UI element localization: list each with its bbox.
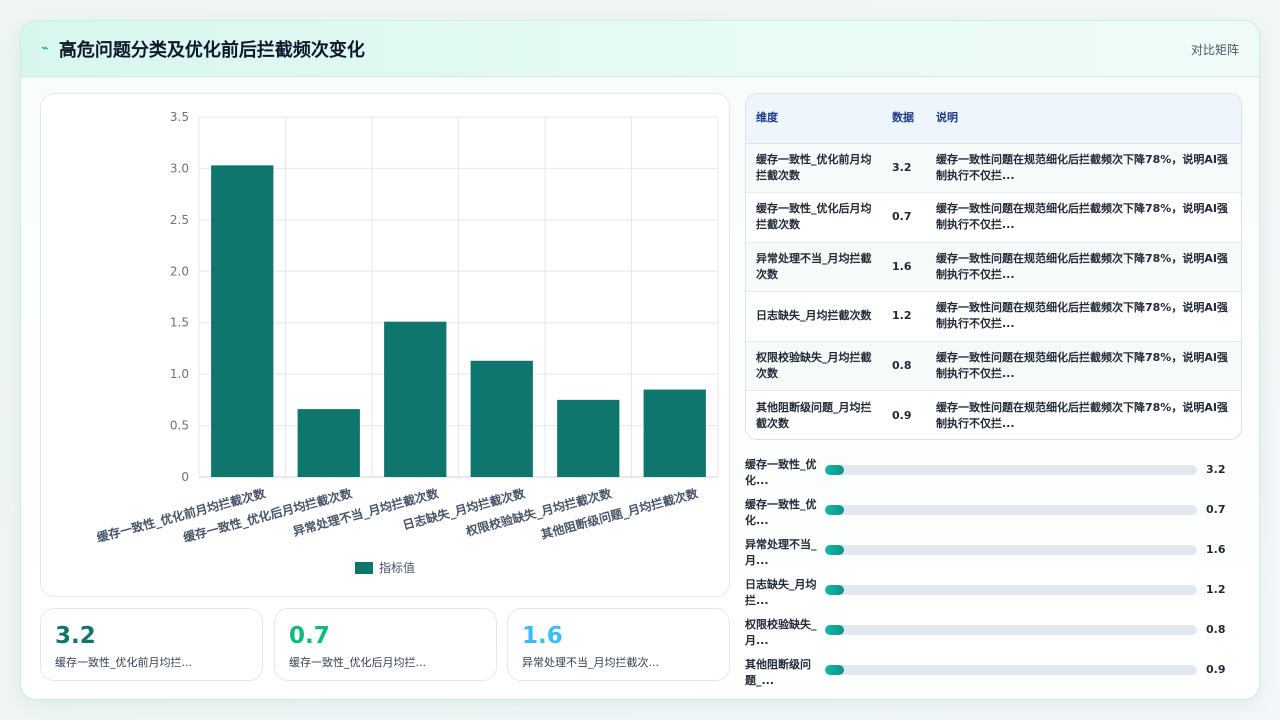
legend-swatch [355,562,373,574]
y-tick-label: 2.5 [170,213,189,227]
kpi-label-3: 异常处理不当_月均拦截次... [522,656,659,669]
table-row: 缓存一致性_优化前月均拦截次数 3.2 缓存一致性问题在规范细化后拦截频次下降7… [746,143,1241,193]
spark-icon: ⌁ [41,41,49,56]
progress-row: 缓存一致性_优化... 0.7 [745,493,1245,533]
progress-row: 日志缺失_月均拦... 1.2 [745,573,1245,613]
progress-label: 其他阻断级问题_... [745,658,811,687]
kpi-label-1: 缓存一致性_优化前月均拦... [55,656,192,669]
progress-track [825,625,1197,635]
cell-value: 0.8 [888,341,926,391]
progress-row: 权限校验缺失_月... 0.8 [745,613,1245,653]
y-tick-label: 2.0 [170,264,189,278]
progress-label: 日志缺失_月均拦... [745,578,817,607]
progress-value: 0.8 [1206,623,1226,636]
y-tick-label: 0.5 [170,419,189,433]
progress-value: 1.2 [1206,583,1226,596]
legend-label: 指标值 [379,560,415,575]
progress-value: 0.7 [1206,503,1226,516]
cell-dimension: 其他阻断级问题_月均拦截次数 [756,400,872,430]
kpi-card-3: 1.6 异常处理不当_月均拦截次... [507,608,730,681]
progress-row: 缓存一致性_优化... 3.2 [745,453,1245,493]
kpi-label-2: 缓存一致性_优化后月均拦... [289,656,426,669]
progress-track [825,545,1197,555]
progress-track [825,465,1197,475]
bar [643,389,706,477]
progress-track [825,665,1197,675]
header-value: 数据 [888,94,926,144]
card-header: ⌁ 高危问题分类及优化前后拦截频次变化 [21,21,1259,77]
table-row: 其他阻断级问题_月均拦截次数 0.9 缓存一致性问题在规范细化后拦截频次下降78… [746,391,1241,440]
progress-fill [825,665,844,675]
bar [470,360,533,477]
table-header-row: 维度 数据 说明 [746,94,1241,144]
cell-note: 缓存一致性问题在规范细化后拦截频次下降78%，说明AI强制执行不仅拦... [936,400,1228,430]
progress-value: 0.9 [1206,663,1226,676]
cell-note: 缓存一致性问题在规范细化后拦截频次下降78%，说明AI强制执行不仅拦... [926,341,1241,391]
progress-label: 异常处理不当_月... [745,538,817,567]
progress-fill [825,625,844,635]
progress-fill [825,545,844,555]
page-title: 高危问题分类及优化前后拦截频次变化 [58,39,365,61]
cell-dimension: 权限校验缺失_月均拦截次数 [746,341,888,391]
header-note: 说明 [926,94,1241,144]
progress-fill [825,585,844,595]
cell-note: 缓存一致性问题在规范细化后拦截频次下降78%，说明AI强制执行不仅拦... [926,143,1241,193]
y-tick-label: 1.5 [170,316,189,330]
kpi-card-2: 0.7 缓存一致性_优化后月均拦... [274,608,497,681]
progress-label: 缓存一致性_优化... [745,498,817,527]
progress-row: 其他阻断级问题_... 0.9 [745,653,1245,693]
progress-fill [825,505,844,515]
progress-track [825,585,1197,595]
progress-value: 1.6 [1206,543,1226,556]
kpi-value-3: 1.6 [522,623,563,649]
cell-dimension: 缓存一致性_优化后月均拦截次数 [746,192,888,243]
bar [557,399,620,477]
x-tick-label: 权限校验缺失_月均拦截次数 [463,485,614,540]
table-row: 权限校验缺失_月均拦截次数 0.8 缓存一致性问题在规范细化后拦截频次下降78%… [746,341,1241,391]
matrix-label: 对比矩阵 [1190,43,1239,57]
y-tick-label: 1.0 [170,367,189,381]
bar-chart-panel: 0 0.5 1.0 1.5 2.0 2.5 3.0 3.5 缓存一致性_优化前月均拦截次数 缓存一… [40,93,730,597]
progress-list: 缓存一致性_优化... 3.2 缓存一致性_优化... 0.7 异常处理不当_月... 1… [745,453,1245,693]
kpi-value-2: 0.7 [289,623,330,649]
progress-label: 权限校验缺失_月... [745,618,817,647]
cell-note: 缓存一致性问题在规范细化后拦截频次下降78%，说明AI强制执行不仅拦... [926,242,1241,292]
header-dimension: 维度 [746,94,888,144]
cell-value: 3.2 [888,143,926,193]
data-table: 维度 数据 说明 缓存一致性_优化前月均拦截次数 3.2 缓存一致性问题在规范细… [745,93,1242,440]
table-row: 缓存一致性_优化后月均拦截次数 0.7 缓存一致性问题在规范细化后拦截频次下降7… [746,192,1241,243]
bar [211,165,274,477]
cell-dimension: 日志缺失_月均拦截次数 [746,291,888,342]
table-row: 日志缺失_月均拦截次数 1.2 缓存一致性问题在规范细化后拦截频次下降78%，说… [746,291,1241,342]
kpi-value-1: 3.2 [55,623,96,649]
cell-dimension: 缓存一致性_优化前月均拦截次数 [746,143,888,193]
progress-row: 异常处理不当_月... 1.6 [745,533,1245,573]
kpi-card-1: 3.2 缓存一致性_优化前月均拦... [40,608,263,681]
bar-chart: 00.51.01.52.02.53.03.5缓存一致性_优化前月均拦截次数缓存一… [95,110,719,575]
y-tick-label: 0 [181,470,189,484]
cell-value: 1.6 [888,242,926,292]
x-tick-label: 其他阻断级问题_月均拦截次数 [539,485,701,543]
bar [384,321,447,477]
progress-label: 缓存一致性_优化... [745,458,817,487]
cell-value: 0.9 [892,408,912,422]
cell-value: 0.7 [888,192,926,243]
table-row: 异常处理不当_月均拦截次数 1.6 缓存一致性问题在规范细化后拦截频次下降78%… [746,242,1241,292]
y-tick-label: 3.5 [170,110,189,124]
progress-track [825,505,1197,515]
dashboard-card: ⌁ 高危问题分类及优化前后拦截频次变化 对比矩阵 0 0.5 1.0 1.5 2.0 2.… [20,20,1260,700]
cell-dimension: 异常处理不当_月均拦截次数 [746,242,888,292]
x-tick-label: 异常处理不当_月均拦截次数 [291,485,441,540]
bar [297,409,360,477]
cell-note: 缓存一致性问题在规范细化后拦截频次下降78%，说明AI强制执行不仅拦... [926,291,1241,342]
progress-fill [825,465,844,475]
y-tick-label: 3.0 [170,161,189,175]
cell-note: 缓存一致性问题在规范细化后拦截频次下降78%，说明AI强制执行不仅拦... [926,192,1241,243]
cell-value: 1.2 [888,291,926,342]
progress-value: 3.2 [1206,463,1226,476]
